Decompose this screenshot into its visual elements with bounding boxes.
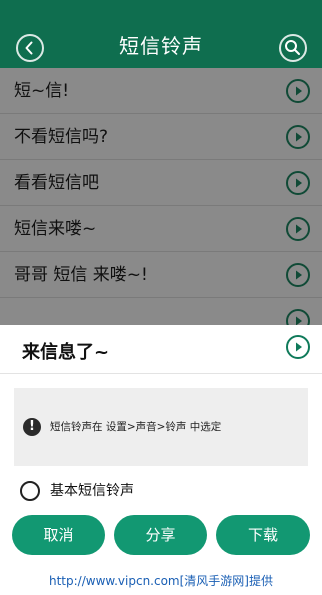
cancel-button[interactable]: 取消 [12,515,105,555]
dialog-play-button[interactable] [286,335,310,359]
play-button[interactable] [286,125,310,149]
share-button[interactable]: 分享 [114,515,207,555]
search-icon [285,40,300,55]
ringtone-name: 不看短信吗? [14,127,109,147]
list-item[interactable]: 哥哥 短信 来喽~! [0,252,322,298]
play-button[interactable] [286,263,310,287]
dialog-title: 来信息了~ [22,342,110,363]
status-bar [0,0,322,24]
list-item[interactable]: 不看短信吗? [0,114,322,160]
list-item[interactable]: 短信来喽~ [0,206,322,252]
play-icon [296,132,302,142]
play-icon [296,178,302,188]
play-icon [296,342,302,352]
ringtone-radio[interactable] [20,481,40,501]
ringtone-name: 看看短信吧 [14,173,99,193]
ringtone-name: 哥哥 短信 来喽~! [14,265,148,285]
page-title: 短信铃声 [119,34,203,58]
ringtone-list: 短~信! 不看短信吗? 看看短信吧 短信来喽~ 哥哥 短信 来喽~! [0,68,322,333]
ringtone-name: 短~信! [14,81,70,101]
play-icon [296,270,302,280]
download-button[interactable]: 下载 [216,515,310,555]
ringtone-name: 短信来喽~ [14,219,97,239]
watermark-text: http://www.vipcn.com[清风手游网]提供 [49,574,273,588]
list-item[interactable]: 短~信! [0,68,322,114]
play-icon [296,86,302,96]
play-icon [296,224,302,234]
app-header: 短信铃声 [0,24,322,68]
ringtone-dialog: 来信息了~ ! 短信铃声在 设置>声音>铃声 中选定 基本短信铃声 取消 分享 … [0,325,322,570]
info-box: ! 短信铃声在 设置>声音>铃声 中选定 [14,388,308,466]
search-button[interactable] [279,34,307,62]
play-button[interactable] [286,79,310,103]
play-button[interactable] [286,217,310,241]
info-text: 短信铃声在 设置>声音>铃声 中选定 [50,421,222,433]
radio-label: 基本短信铃声 [50,483,134,499]
play-button[interactable] [286,171,310,195]
list-item[interactable]: 看看短信吧 [0,160,322,206]
exclamation-icon: ! [23,418,41,436]
divider [0,373,322,374]
